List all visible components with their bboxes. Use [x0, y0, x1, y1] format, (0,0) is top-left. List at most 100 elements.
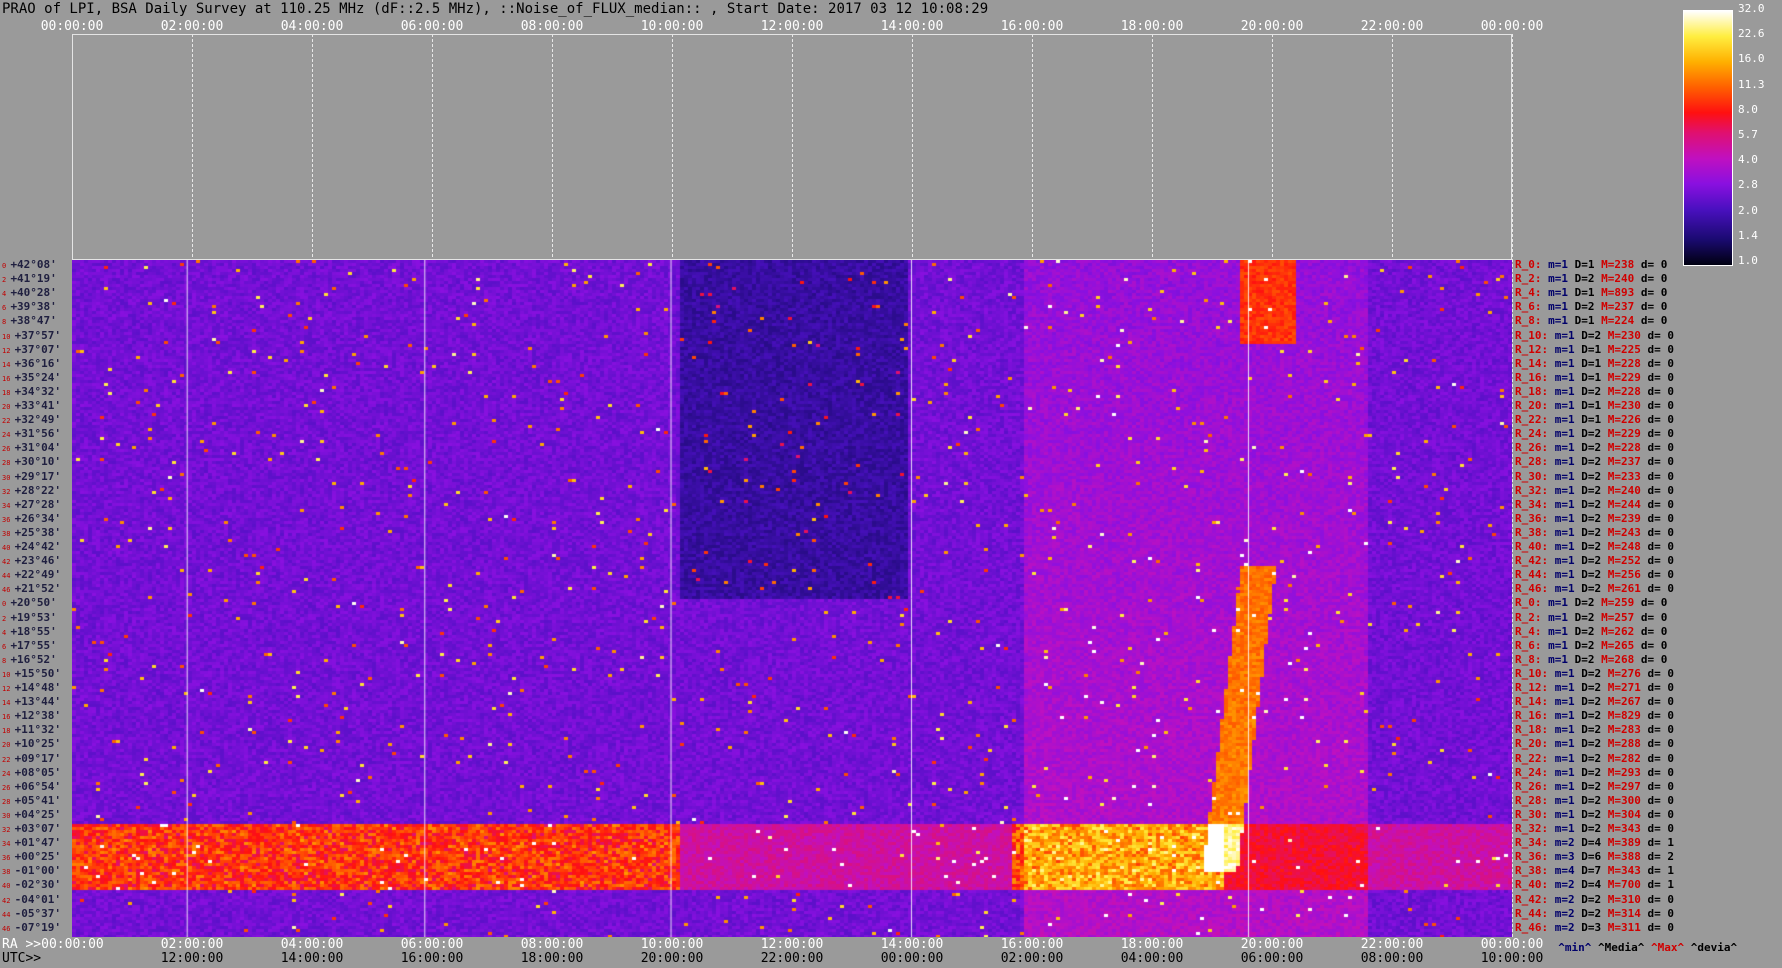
declination-value: +20°50' — [10, 596, 57, 610]
beam-stat-row: R_4: m=1 D=1 M=893 d= 0 — [1515, 286, 1667, 300]
beam-stat-field: D=2 — [1581, 455, 1608, 469]
beam-stat-row: R_24: m=1 D=2 M=229 d= 0 — [1515, 427, 1674, 441]
beam-stat-field: m=1 — [1548, 638, 1575, 652]
beam-stat-field: M=229 — [1607, 427, 1648, 441]
beam-stat-row: R_6: m=1 D=2 M=265 d= 0 — [1515, 639, 1667, 653]
declination-label: 42 +23°46' — [2, 554, 61, 569]
beam-stat-field: d= 0 — [1647, 765, 1675, 779]
beam-stat-field: d= 0 — [1640, 258, 1668, 271]
beam-stat-field: m=1 — [1554, 356, 1582, 370]
beam-index: 10 — [2, 332, 15, 341]
beam-index: 42 — [2, 896, 15, 905]
declination-label: 10 +37°57' — [2, 329, 61, 344]
declination-label: 22 +32°49' — [2, 413, 61, 428]
beam-stat-field: D=2 — [1581, 582, 1608, 596]
beam-index: 38 — [2, 529, 15, 538]
beam-stat-field: D=1 — [1581, 399, 1608, 412]
declination-value: +21°52' — [14, 582, 62, 596]
beam-index: 46 — [2, 924, 15, 933]
beam-stat-field: D=2 — [1574, 272, 1602, 286]
beam-stat-field: M=893 — [1601, 286, 1641, 300]
beam-stat-field: d= 0 — [1647, 370, 1675, 384]
beam-stat-field: D=2 — [1581, 384, 1608, 398]
top-tick-label: 06:00:00 — [400, 19, 464, 34]
beam-stat-field: D=7 — [1581, 864, 1608, 878]
top-tick-label: 00:00:00 — [40, 19, 104, 34]
beam-stat-field: m=1 — [1554, 737, 1582, 751]
beam-stat-row: R_2: m=1 D=2 M=240 d= 0 — [1515, 272, 1667, 286]
declination-label: 12 +37°07' — [2, 343, 61, 358]
declination-value: +24°42' — [14, 540, 62, 553]
beam-index: 32 — [2, 826, 15, 834]
beam-stat-field: m=1 — [1554, 497, 1582, 511]
declination-label: 34 +01°47' — [2, 836, 61, 851]
utc-tick-label: 04:00:00 — [1120, 951, 1184, 966]
beam-stat-field: M=293 — [1607, 765, 1648, 779]
beam-stat-field: m=1 — [1554, 342, 1582, 356]
beam-stat-field: M=240 — [1607, 483, 1648, 497]
beam-stat-field: R_24: — [1515, 765, 1555, 779]
beam-stat-field: m=1 — [1554, 822, 1582, 835]
beam-index: 12 — [2, 685, 15, 693]
declination-value: +26°34' — [14, 511, 62, 525]
beam-index: 44 — [2, 572, 15, 581]
beam-stat-field: m=1 — [1548, 624, 1575, 638]
declination-label: 2 +41°19' — [2, 272, 57, 287]
beam-stat-row: R_2: m=1 D=2 M=257 d= 0 — [1515, 611, 1667, 625]
beam-stat-row: R_32: m=1 D=2 M=240 d= 0 — [1515, 484, 1674, 498]
beam-stat-field: R_22: — [1515, 751, 1555, 765]
beam-stat-field: d= 0 — [1647, 892, 1675, 906]
declination-value: +41°19' — [10, 272, 57, 286]
beam-stat-field: m=1 — [1554, 469, 1582, 483]
beam-stat-field: D=1 — [1581, 370, 1608, 384]
beam-stat-row: R_30: m=1 D=2 M=304 d= 0 — [1515, 808, 1674, 822]
beam-stat-field: R_28: — [1515, 793, 1555, 807]
beam-stat-field: d= 0 — [1640, 638, 1668, 652]
beam-index: 20 — [2, 403, 15, 411]
beam-stat-field: m=1 — [1548, 652, 1575, 666]
beam-index: 38 — [2, 868, 15, 877]
ra-tick-label: 08:00:00 — [520, 937, 584, 952]
beam-stat-field: D=6 — [1581, 850, 1608, 864]
beam-stat-field: R_40: — [1515, 878, 1555, 892]
beam-stat-row: R_14: m=1 D=1 M=228 d= 0 — [1515, 357, 1674, 371]
beam-stat-field: M=228 — [1607, 441, 1648, 455]
beam-index: 34 — [2, 501, 15, 510]
beam-stat-field: M=262 — [1601, 624, 1641, 638]
beam-stat-row: R_28: m=1 D=2 M=300 d= 0 — [1515, 794, 1674, 808]
beam-stat-field: M=226 — [1607, 413, 1648, 427]
beam-stat-field: M=271 — [1607, 681, 1648, 694]
beam-stat-field: d= 0 — [1647, 666, 1675, 680]
declination-label: 6 +39°38' — [2, 300, 57, 315]
beam-stat-field: d= 0 — [1647, 511, 1675, 525]
beam-stat-row: R_40: m=1 D=2 M=248 d= 0 — [1515, 540, 1674, 554]
beam-stat-field: R_6: — [1515, 638, 1549, 652]
declination-value: +22°49' — [14, 568, 62, 582]
beam-index: 24 — [2, 431, 15, 440]
declination-label: 4 +18°55' — [2, 625, 57, 640]
declination-label: 28 +30°10' — [2, 455, 61, 470]
beam-stat-field: D=2 — [1574, 610, 1602, 624]
beam-index: 40 — [2, 544, 15, 552]
beam-stat-row: R_42: m=2 D=2 M=310 d= 0 — [1515, 893, 1674, 907]
beam-stat-field: m=1 — [1554, 779, 1582, 793]
beam-stat-field: D=2 — [1581, 892, 1608, 906]
beam-stat-row: R_4: m=1 D=2 M=262 d= 0 — [1515, 625, 1667, 639]
declination-label: 32 +28°22' — [2, 484, 61, 499]
declination-value: +37°57' — [14, 328, 62, 342]
beam-stat-row: R_34: m=2 D=4 M=389 d= 1 — [1515, 836, 1674, 850]
declination-value: +30°10' — [14, 455, 62, 469]
beam-stat-field: M=233 — [1607, 469, 1648, 483]
beam-stat-field: m=2 — [1554, 836, 1582, 850]
declination-label: 44 -05°37' — [2, 907, 61, 922]
beam-stat-field: d= 0 — [1647, 793, 1675, 807]
top-tick-label: 08:00:00 — [520, 19, 584, 34]
beam-stat-field: m=1 — [1548, 272, 1575, 286]
declination-label: 30 +29°17' — [2, 470, 61, 485]
beam-stat-field: d= 0 — [1647, 807, 1675, 821]
top-tick-label: 18:00:00 — [1120, 19, 1184, 34]
beam-stat-field: D=4 — [1581, 836, 1608, 850]
beam-stat-field: D=2 — [1581, 554, 1608, 568]
beam-stat-field: D=2 — [1574, 652, 1602, 666]
beam-stat-field: R_40: — [1515, 540, 1555, 553]
